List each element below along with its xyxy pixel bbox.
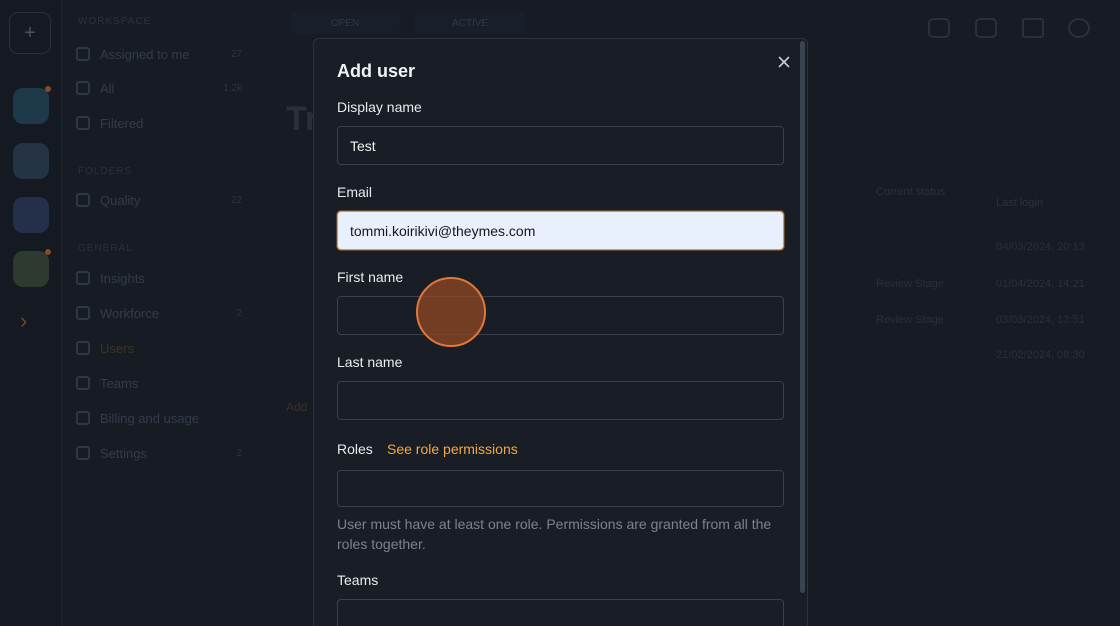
add-user-dialog: Add user Display name Email First name L… [313,38,808,626]
sidebar-item-count: 2 [236,307,242,319]
first-name-label: First name [337,269,404,285]
last-name-field[interactable] [337,381,784,420]
sidebar-section-general: GENERAL [78,243,133,254]
close-icon [778,56,790,68]
sidebar-item-users[interactable]: Users [76,337,248,359]
table-cell-login: 21/02/2024, 08:30 [996,349,1085,361]
sidebar-item-settings[interactable]: Settings 2 [76,442,248,464]
sidebar-item-workforce[interactable]: Workforce 2 [76,302,248,324]
sidebar-item-all[interactable]: All 1,2k [76,77,248,99]
table-cell-status: Review Stage [876,278,944,290]
chat-icon[interactable] [928,18,950,38]
folder-icon [76,193,90,207]
scrollbar-thumb[interactable] [800,41,805,593]
tab-open[interactable]: OPEN [290,12,400,34]
sidebar-item-teams[interactable]: Teams [76,372,248,394]
email-label: Email [337,184,373,200]
sidebar-header: WORKSPACE [78,16,152,27]
roles-hint: User must have at least one role. Permis… [337,516,772,552]
sidebar-item-label: Billing and usage [100,410,200,426]
sidebar-item-count: 27 [230,48,242,60]
sidebar-item-assigned[interactable]: Assigned to me 27 [76,43,248,65]
tab-active[interactable]: ACTIVE [415,12,525,34]
dialog-title: Add user [337,61,416,81]
app-avatar-2[interactable] [13,143,49,179]
phone-icon[interactable] [1022,18,1044,38]
sidebar-item-count: 1,2k [223,82,242,94]
table-cell-login: 03/03/2024, 13:51 [996,314,1085,326]
sidebar-item-billing[interactable]: Billing and usage [76,407,248,429]
notification-dot [45,86,51,92]
teams-label: Teams [337,572,379,588]
email-field[interactable] [337,211,784,250]
sidebar-item-label: Workforce [100,305,159,321]
list-icon [76,81,90,95]
display-name-label: Display name [337,99,422,115]
see-role-permissions-link[interactable]: See role permissions [387,441,518,457]
sidebar-item-folder[interactable]: Quality 22 [76,189,248,211]
chevron-right-icon[interactable]: › [20,308,27,334]
sidebar-item-label: Users [100,340,134,356]
app-avatar-4[interactable] [13,249,51,287]
roles-label: Roles [337,441,373,457]
sidebar-item-label: All [100,80,115,96]
column-header-login: Last login [996,197,1044,209]
table-cell-login: 01/04/2024, 14:21 [996,278,1085,290]
card-icon [76,411,90,425]
close-button[interactable] [775,53,793,71]
sidebar: WORKSPACE Assigned to me 27 All 1,2k Filte… [62,0,262,626]
users-icon [76,341,90,355]
add-link[interactable]: Add [286,400,307,414]
last-name-label: Last name [337,354,403,370]
inbox-icon [76,47,90,61]
sidebar-item-insights[interactable]: Insights [76,267,248,289]
sidebar-item-label: Settings [100,445,147,461]
filter-icon [76,116,90,130]
sidebar-item-label: Insights [100,270,145,286]
search-icon[interactable] [975,18,997,38]
gear-icon [76,446,90,460]
avatar[interactable] [1068,18,1090,38]
team-icon [76,376,90,390]
add-app-button[interactable]: + [9,12,51,54]
column-header-status: Current status [876,186,946,198]
sidebar-item-label: Teams [100,375,139,391]
briefcase-icon [76,306,90,320]
sidebar-item-count: 22 [230,194,242,206]
sidebar-item-label: Assigned to me [100,46,190,62]
first-name-field[interactable] [337,296,784,335]
notification-dot [45,249,51,255]
sidebar-item-label: Quality [100,192,141,208]
sidebar-item-count: 2 [236,447,242,459]
teams-select[interactable] [337,599,784,626]
app-rail: + › [0,0,62,626]
sidebar-item-label: Filtered [100,115,144,131]
table-cell-login: 04/03/2024, 20:13 [996,241,1085,253]
display-name-field[interactable] [337,126,784,165]
app-avatar-3[interactable] [13,197,49,233]
table-cell-status: Review Stage [876,314,944,326]
chart-icon [76,271,90,285]
app-avatar-1[interactable] [13,86,51,124]
sidebar-section-folders: FOLDERS [78,166,133,177]
roles-select[interactable] [337,470,784,507]
sidebar-item-filtered[interactable]: Filtered [76,112,248,134]
